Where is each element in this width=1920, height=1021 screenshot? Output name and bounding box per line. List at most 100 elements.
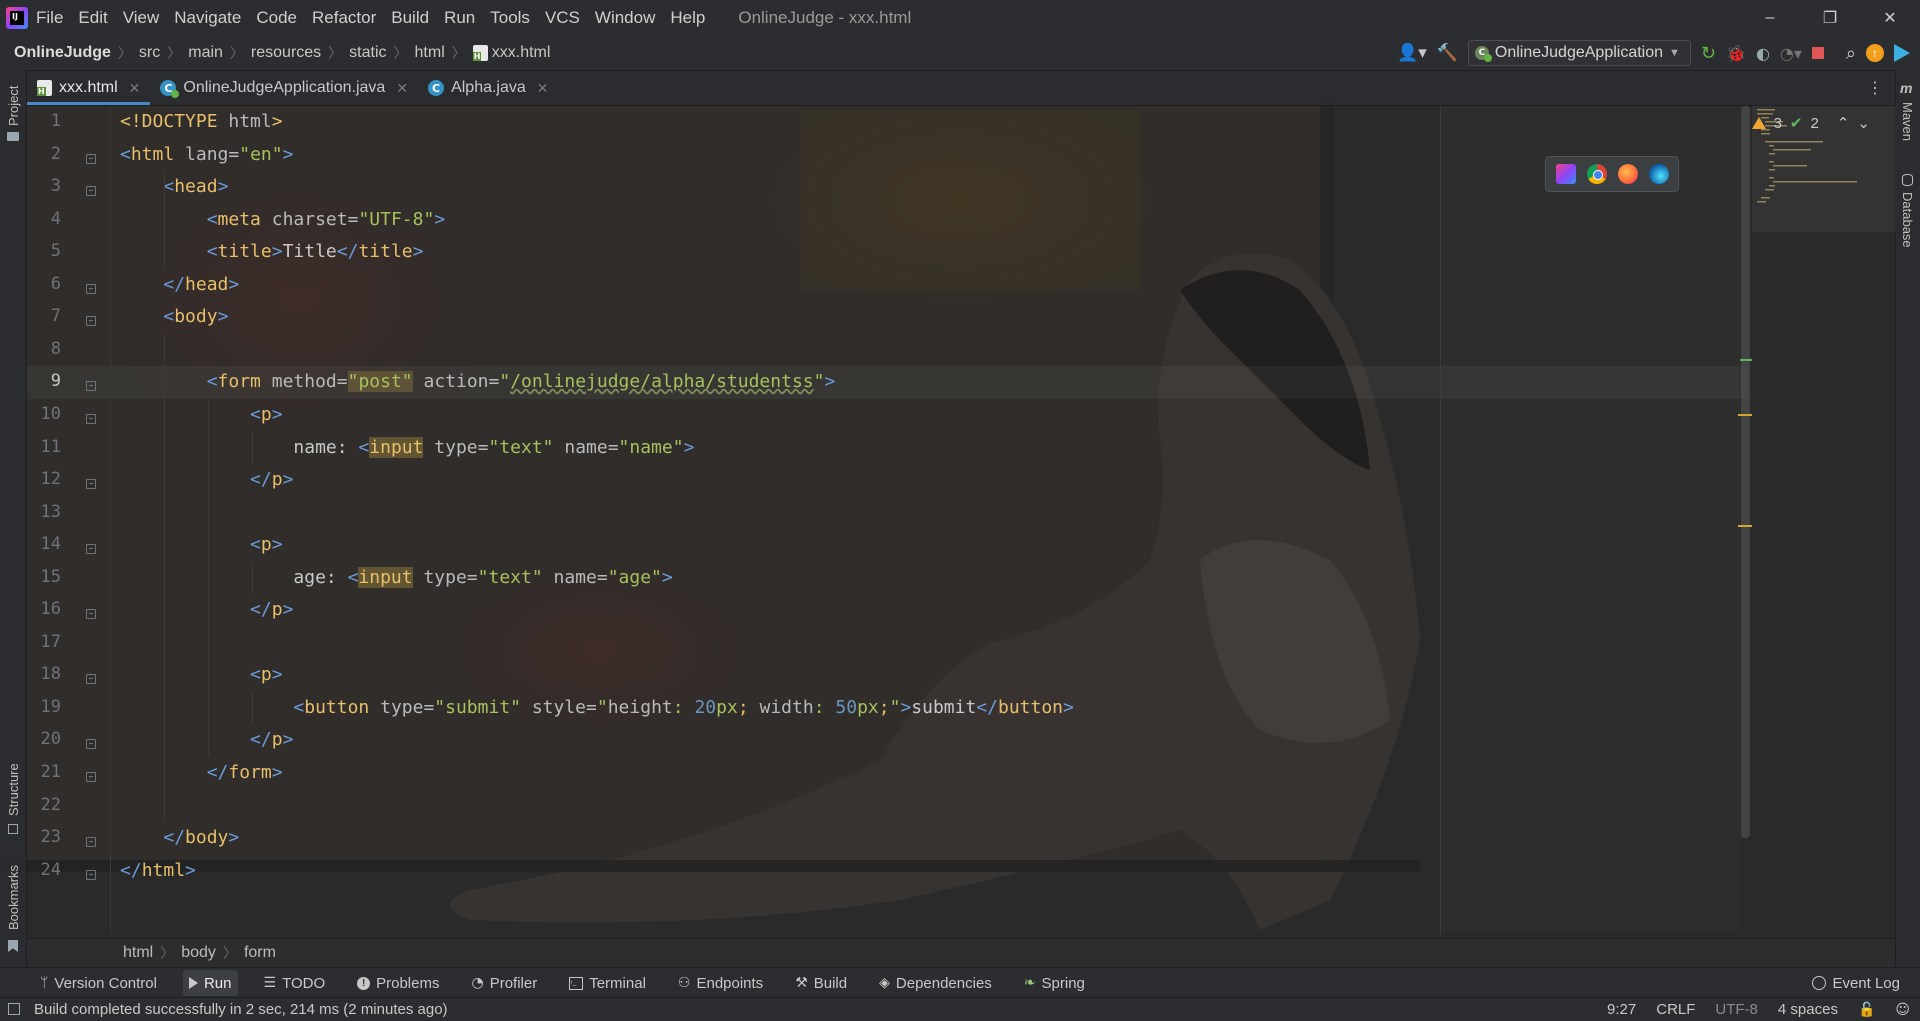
code-line[interactable]: age: <input type="text" name="age"> — [120, 562, 673, 594]
fold-toggle-icon[interactable] — [86, 609, 96, 620]
code-breadcrumb-html[interactable]: html — [123, 944, 153, 962]
fold-toggle-icon[interactable] — [86, 479, 96, 490]
minimize-button[interactable]: – — [1740, 0, 1800, 36]
menu-build[interactable]: Build — [391, 8, 429, 28]
line-number[interactable]: 14 — [21, 534, 61, 554]
hammer-icon[interactable]: 🔨 — [1437, 43, 1458, 63]
line-number[interactable]: 17 — [21, 632, 61, 652]
fold-toggle-icon[interactable] — [86, 837, 96, 848]
caret-position[interactable]: 9:27 — [1607, 1001, 1636, 1018]
fold-toggle-icon[interactable] — [86, 283, 96, 294]
menu-vcs[interactable]: VCS — [545, 8, 580, 28]
code-breadcrumb-body[interactable]: body — [181, 944, 216, 962]
structure-tool-button[interactable]: Structure — [6, 763, 21, 816]
spring-tool-button[interactable]: ❧ Spring — [1018, 970, 1091, 996]
run-tool-button[interactable]: Run — [182, 970, 238, 996]
more-vertical-icon[interactable]: ⋮ — [1867, 78, 1883, 98]
project-tool-button[interactable]: Project — [6, 86, 21, 126]
menu-run[interactable]: Run — [444, 8, 475, 28]
line-number[interactable]: 15 — [21, 567, 61, 587]
terminal-tool-button[interactable]: ›_ Terminal — [563, 970, 652, 996]
search-icon[interactable]: ⌕ — [1846, 43, 1856, 64]
close-icon[interactable]: ✕ — [129, 80, 141, 97]
line-number[interactable]: 23 — [21, 827, 61, 847]
bookmarks-tool-button[interactable]: Bookmarks — [6, 865, 21, 930]
endpoints-tool-button[interactable]: ⚇ Endpoints — [672, 970, 769, 996]
inspector-icon[interactable]: ☺ — [1895, 1002, 1910, 1018]
build-tool-button[interactable]: ⚒ Build — [789, 970, 853, 996]
version-control-tool-button[interactable]: ᛘ Version Control — [34, 970, 163, 996]
menu-navigate[interactable]: Navigate — [174, 8, 241, 28]
line-separator[interactable]: CRLF — [1656, 1001, 1695, 1018]
rerun-icon[interactable]: ↻ — [1701, 43, 1716, 64]
code-line[interactable]: </body> — [120, 822, 239, 854]
status-message[interactable]: Build completed successfully in 2 sec, 2… — [34, 1001, 448, 1018]
breadcrumb-project[interactable]: OnlineJudge — [14, 44, 111, 62]
line-number[interactable]: 10 — [21, 404, 61, 424]
status-toggle-icon[interactable] — [8, 1003, 20, 1015]
code-line[interactable]: <title>Title</title> — [120, 236, 424, 268]
coverage-icon[interactable]: ◐ — [1756, 44, 1770, 63]
menu-code[interactable]: Code — [256, 8, 297, 28]
menu-refactor[interactable]: Refactor — [312, 8, 376, 28]
update-icon[interactable]: ↑ — [1866, 44, 1884, 62]
line-number[interactable]: 21 — [21, 762, 61, 782]
profiler-tool-button[interactable]: ◔ Profiler — [465, 970, 543, 996]
debug-icon[interactable]: 🐞 — [1726, 44, 1746, 63]
line-number[interactable]: 8 — [21, 339, 61, 359]
tab-onlinejudgeapplication-java[interactable]: C OnlineJudgeApplication.java ✕ — [150, 71, 418, 105]
fold-toggle-icon[interactable] — [86, 544, 96, 555]
vertical-scrollbar[interactable] — [1741, 106, 1750, 838]
fold-toggle-icon[interactable] — [86, 739, 96, 750]
code-line[interactable]: <p> — [120, 399, 283, 431]
line-number[interactable]: 12 — [21, 469, 61, 489]
close-button[interactable]: ✕ — [1860, 0, 1920, 36]
code-line[interactable]: <button type="submit" style="height: 20p… — [120, 692, 1073, 724]
user-icon[interactable]: 👤▾ — [1397, 43, 1427, 63]
tab-alpha-java[interactable]: C Alpha.java ✕ — [418, 71, 558, 105]
line-number[interactable]: 20 — [21, 729, 61, 749]
code-line[interactable]: <head> — [120, 171, 228, 203]
breadcrumb-resources[interactable]: resources — [251, 44, 321, 62]
code-line[interactable]: <html lang="en"> — [120, 139, 293, 171]
fold-toggle-icon[interactable] — [86, 381, 96, 392]
problems-tool-button[interactable]: ! Problems — [351, 970, 445, 996]
warning-marker[interactable] — [1738, 525, 1752, 527]
warning-marker[interactable] — [1738, 414, 1752, 416]
menu-edit[interactable]: Edit — [78, 8, 107, 28]
breadcrumb-src[interactable]: src — [139, 44, 160, 62]
breadcrumb-static[interactable]: static — [349, 44, 386, 62]
code-line[interactable]: <!DOCTYPE html> — [120, 106, 283, 138]
code-line[interactable]: </p> — [120, 724, 293, 756]
line-number[interactable]: 13 — [21, 502, 61, 522]
event-log-button[interactable]: Event Log — [1812, 968, 1900, 998]
fold-toggle-icon[interactable] — [86, 869, 96, 880]
code-line[interactable]: </form> — [120, 757, 283, 789]
fold-toggle-icon[interactable] — [86, 674, 96, 685]
code-line[interactable]: <p> — [120, 659, 283, 691]
fold-toggle-icon[interactable] — [86, 186, 96, 197]
fold-toggle-icon[interactable] — [86, 413, 96, 424]
line-number[interactable]: 18 — [21, 664, 61, 684]
line-number[interactable]: 9 — [21, 371, 61, 391]
breadcrumb-file[interactable]: xxx.html — [492, 44, 551, 62]
breadcrumb-html[interactable]: html — [415, 44, 445, 62]
code-line[interactable]: <body> — [120, 301, 228, 333]
chevron-up-icon[interactable]: ⌃ — [1837, 114, 1850, 132]
dependencies-tool-button[interactable]: ◈ Dependencies — [873, 970, 998, 996]
edge-icon[interactable] — [1648, 164, 1669, 184]
code-breadcrumb-form[interactable]: form — [244, 944, 276, 962]
inspections-widget[interactable]: 3 ✔ 2 ⌃ ⌄ — [1751, 114, 1870, 132]
code-line[interactable]: <meta charset="UTF-8"> — [120, 204, 445, 236]
maven-tool-button[interactable]: Maven — [1900, 102, 1915, 141]
fold-toggle-icon[interactable] — [86, 316, 96, 327]
profile-icon[interactable]: ◔▾ — [1780, 44, 1802, 63]
menu-file[interactable]: File — [36, 8, 63, 28]
line-number[interactable]: 19 — [21, 697, 61, 717]
line-number[interactable]: 16 — [21, 599, 61, 619]
line-number[interactable]: 4 — [21, 209, 61, 229]
line-number[interactable]: 11 — [21, 437, 61, 457]
line-number[interactable]: 5 — [21, 241, 61, 261]
file-encoding[interactable]: UTF-8 — [1715, 1001, 1758, 1018]
line-number[interactable]: 1 — [21, 111, 61, 131]
